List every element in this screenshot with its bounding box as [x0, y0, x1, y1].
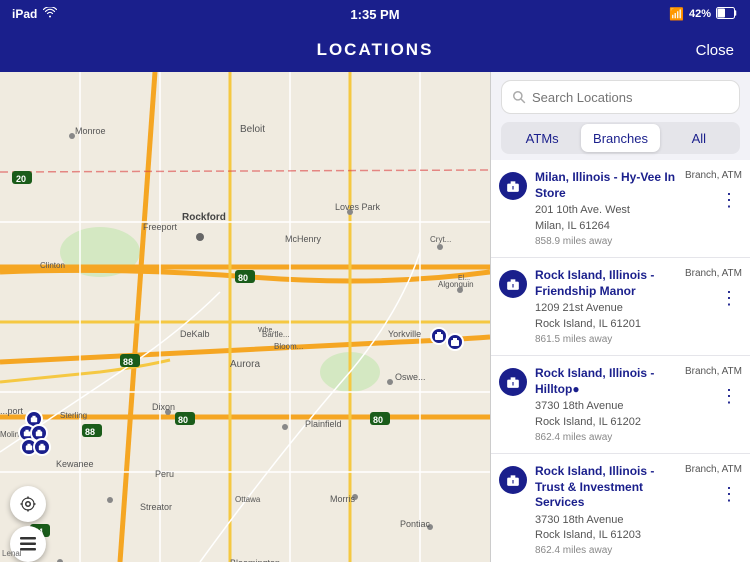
search-container	[491, 72, 750, 122]
list-item[interactable]: Milan, Illinois - Hy-Vee In Store 201 10…	[491, 160, 750, 258]
svg-text:Sterling: Sterling	[60, 411, 87, 420]
location-list[interactable]: Milan, Illinois - Hy-Vee In Store 201 10…	[491, 160, 750, 562]
location-name-1: Milan, Illinois - Hy-Vee In Store	[535, 170, 681, 201]
svg-text:Streator: Streator	[140, 502, 172, 512]
location-distance-1: 858.9 miles away	[535, 236, 681, 247]
list-item[interactable]: Rock Island, Illinois - Hilltop● 3730 18…	[491, 356, 750, 454]
more-button-1[interactable]: ⋮	[716, 189, 742, 211]
more-button-4[interactable]: ⋮	[716, 483, 742, 505]
main-content: Beloit Monroe Dixon Freeport Rockford Lo…	[0, 72, 750, 562]
location-info-1: Milan, Illinois - Hy-Vee In Store 201 10…	[535, 170, 681, 247]
location-type-3: Branch, ATM	[685, 366, 742, 377]
location-type-4: Branch, ATM	[685, 464, 742, 475]
location-address-2: 1209 21st Avenue Rock Island, IL 61201	[535, 301, 681, 332]
svg-text:Loves Park: Loves Park	[335, 202, 381, 212]
svg-text:El...: El...	[458, 275, 470, 282]
svg-text:...port: ...port	[0, 406, 24, 416]
location-name-4: Rock Island, Illinois - Trust & Investme…	[535, 464, 681, 511]
location-info-2: Rock Island, Illinois - Friendship Manor…	[535, 268, 681, 345]
svg-text:80: 80	[373, 415, 383, 425]
list-item[interactable]: Rock Island, Illinois - Friendship Manor…	[491, 258, 750, 356]
svg-text:Beloit: Beloit	[240, 124, 265, 135]
svg-text:80: 80	[238, 273, 248, 283]
list-item[interactable]: Rock Island, Illinois - Trust & Investme…	[491, 454, 750, 562]
location-address-3: 3730 18th Avenue Rock Island, IL 61202	[535, 399, 681, 430]
wifi-icon	[43, 7, 57, 21]
bluetooth-icon: 📶	[669, 7, 684, 21]
location-address-4: 3730 18th Avenue Rock Island, IL 61203	[535, 513, 681, 544]
location-meta-2: Branch, ATM ⋮	[685, 268, 742, 309]
my-location-button[interactable]	[10, 486, 46, 522]
svg-text:Monroe: Monroe	[75, 126, 106, 136]
more-button-2[interactable]: ⋮	[716, 287, 742, 309]
svg-text:Whe...: Whe...	[258, 327, 278, 334]
svg-text:Oswe...: Oswe...	[395, 372, 426, 382]
svg-text:Plainfield: Plainfield	[305, 419, 342, 429]
svg-text:Aurora: Aurora	[230, 359, 260, 370]
location-type-2: Branch, ATM	[685, 268, 742, 279]
location-icon-1	[499, 172, 527, 200]
location-distance-3: 862.4 miles away	[535, 432, 681, 443]
svg-text:20: 20	[16, 174, 26, 184]
svg-text:Kewanee: Kewanee	[56, 459, 94, 469]
time-display: 1:35 PM	[350, 7, 399, 22]
map-label: Lenal	[2, 549, 22, 558]
right-panel: ATMs Branches All Milan, Illinois - Hy-V…	[490, 72, 750, 562]
location-meta-1: Branch, ATM ⋮	[685, 170, 742, 211]
map-area[interactable]: Beloit Monroe Dixon Freeport Rockford Lo…	[0, 72, 490, 562]
svg-text:Freeport: Freeport	[143, 222, 178, 232]
tab-all[interactable]: All	[660, 124, 738, 152]
svg-text:Pontiac: Pontiac	[400, 519, 431, 529]
location-distance-2: 861.5 miles away	[535, 334, 681, 345]
location-info-3: Rock Island, Illinois - Hilltop● 3730 18…	[535, 366, 681, 443]
more-button-3[interactable]: ⋮	[716, 385, 742, 407]
map-pin-7[interactable]	[33, 438, 51, 456]
location-info-4: Rock Island, Illinois - Trust & Investme…	[535, 464, 681, 557]
status-bar: iPad 1:35 PM 📶 42%	[0, 0, 750, 28]
tab-atms[interactable]: ATMs	[503, 124, 581, 152]
svg-text:Bloomington: Bloomington	[230, 558, 280, 562]
map-svg: Beloit Monroe Dixon Freeport Rockford Lo…	[0, 72, 490, 562]
svg-text:Bloom...: Bloom...	[274, 342, 303, 351]
svg-text:Dixon: Dixon	[152, 402, 175, 412]
battery-display: 42%	[689, 8, 711, 20]
close-button[interactable]: Close	[696, 42, 734, 59]
tab-branches[interactable]: Branches	[581, 124, 659, 152]
location-icon-4	[499, 466, 527, 494]
svg-text:88: 88	[85, 427, 95, 437]
map-pin-2[interactable]	[446, 333, 464, 351]
svg-text:Peru: Peru	[155, 469, 174, 479]
device-label: iPad	[12, 7, 37, 21]
location-type-1: Branch, ATM	[685, 170, 742, 181]
search-bar[interactable]	[501, 80, 740, 114]
page-title: LOCATIONS	[317, 40, 434, 60]
location-name-3: Rock Island, Illinois - Hilltop●	[535, 366, 681, 397]
svg-text:McHenry: McHenry	[285, 234, 322, 244]
svg-text:Yorkville: Yorkville	[388, 329, 421, 339]
search-input[interactable]	[532, 90, 729, 105]
svg-text:80: 80	[178, 415, 188, 425]
location-icon-2	[499, 270, 527, 298]
filter-tabs: ATMs Branches All	[501, 122, 740, 154]
location-meta-3: Branch, ATM ⋮	[685, 366, 742, 407]
battery-icon	[716, 7, 738, 22]
svg-text:Cryt...: Cryt...	[430, 235, 451, 244]
svg-text:Ottawa: Ottawa	[235, 495, 261, 504]
nav-bar: LOCATIONS Close	[0, 28, 750, 72]
svg-text:DeKalb: DeKalb	[180, 329, 210, 339]
svg-text:Morris: Morris	[330, 494, 355, 504]
svg-text:Rockford: Rockford	[182, 212, 226, 223]
location-icon-3	[499, 368, 527, 396]
svg-text:Clinton: Clinton	[40, 261, 65, 270]
location-meta-4: Branch, ATM ⋮	[685, 464, 742, 505]
search-icon	[512, 90, 526, 104]
location-address-1: 201 10th Ave. West Milan, IL 61264	[535, 203, 681, 234]
location-distance-4: 862.4 miles away	[535, 545, 681, 556]
svg-text:88: 88	[123, 357, 133, 367]
location-name-2: Rock Island, Illinois - Friendship Manor	[535, 268, 681, 299]
